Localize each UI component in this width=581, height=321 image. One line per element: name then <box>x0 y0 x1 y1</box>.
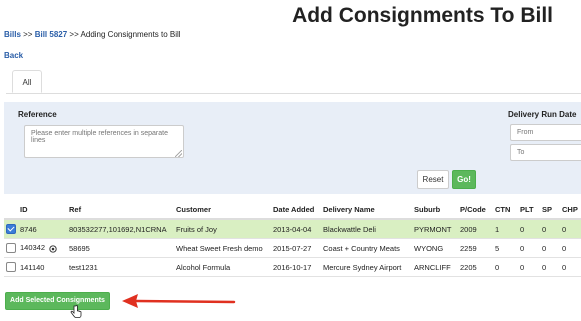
reference-label: Reference <box>18 110 57 119</box>
breadcrumb-separator: >> <box>67 30 81 39</box>
cell-plt: 0 <box>520 219 542 239</box>
row-checkbox[interactable] <box>6 262 16 272</box>
cell-customer: Alcohol Formula <box>176 257 273 277</box>
cell-ctn: 5 <box>495 238 520 258</box>
tab-all[interactable]: All <box>12 70 42 93</box>
delivery-run-date-label: Delivery Run Date <box>508 110 577 119</box>
cell-plt: 0 <box>520 257 542 277</box>
breadcrumb-bills-link[interactable]: Bills <box>4 30 21 39</box>
reset-button[interactable]: Reset <box>417 170 449 189</box>
date-from-input[interactable] <box>510 124 581 141</box>
cell-ref: test1231 <box>69 257 176 277</box>
reference-input[interactable] <box>24 125 184 158</box>
cell-customer: Fruits of Joy <box>176 219 273 239</box>
column-header-plt[interactable]: PLT <box>520 201 542 220</box>
column-header-select <box>4 201 20 220</box>
column-header-pcode[interactable]: P/Code <box>460 201 495 220</box>
column-header-delivery-name[interactable]: Delivery Name <box>323 201 414 220</box>
column-header-ctn[interactable]: CTN <box>495 201 520 220</box>
column-header-chp[interactable]: CHP <box>562 201 581 220</box>
breadcrumb: Bills >> Bill 5827 >> Adding Consignment… <box>4 30 181 39</box>
date-to-input[interactable] <box>510 144 581 161</box>
page-title: Add Consignments To Bill <box>292 4 553 27</box>
consignments-table: ID Ref Customer Date Added Delivery Name… <box>4 201 581 277</box>
red-arrow-icon <box>122 294 236 308</box>
cell-id-with-icon: 140342 <box>20 238 69 258</box>
column-header-date-added[interactable]: Date Added <box>273 201 323 220</box>
row-checkbox[interactable] <box>6 224 16 234</box>
cell-suburb: ARNCLIFF <box>414 257 460 277</box>
cell-suburb: PYRMONT <box>414 219 460 239</box>
cell-pcode: 2259 <box>460 238 495 258</box>
breadcrumb-current: Adding Consignments to Bill <box>80 30 181 39</box>
cell-chp: 0 <box>562 257 581 277</box>
cell-customer: Wheat Sweet Fresh demo <box>176 238 273 258</box>
table-row[interactable]: 8746 803532277,101692,N1CRNA Fruits of J… <box>4 219 581 239</box>
eye-icon[interactable] <box>49 244 57 253</box>
cell-date-added: 2015-07-27 <box>273 238 323 258</box>
breadcrumb-bill-link[interactable]: Bill 5827 <box>35 30 67 39</box>
table-row[interactable]: 141140 test1231 Alcohol Formula 2016-10-… <box>4 257 581 277</box>
hand-cursor-icon <box>70 305 82 318</box>
row-checkbox[interactable] <box>6 243 16 253</box>
cell-chp: 0 <box>562 238 581 258</box>
cell-plt: 0 <box>520 238 542 258</box>
column-header-suburb[interactable]: Suburb <box>414 201 460 220</box>
cell-sp: 0 <box>542 219 562 239</box>
cell-pcode: 2205 <box>460 257 495 277</box>
cell-id: 140342 <box>20 243 46 253</box>
table-row[interactable]: 140342 58695 Wheat Sweet Fresh demo 2015… <box>4 238 581 258</box>
add-selected-consignments-button[interactable]: Add Selected Consignments <box>5 292 110 310</box>
cell-delivery-name: Mercure Sydney Airport <box>323 257 414 277</box>
cell-date-added: 2013-04-04 <box>273 219 323 239</box>
cell-suburb: WYONG <box>414 238 460 258</box>
cell-sp: 0 <box>542 257 562 277</box>
tab-bar: All <box>6 70 581 94</box>
cell-delivery-name: Coast + Country Meats <box>323 238 414 258</box>
filter-panel: Reference Delivery Run Date Reset Go! <box>4 102 581 194</box>
cell-pcode: 2009 <box>460 219 495 239</box>
cell-id: 8746 <box>20 219 69 239</box>
back-link[interactable]: Back <box>4 51 23 60</box>
cell-ref: 58695 <box>69 238 176 258</box>
cell-chp: 0 <box>562 219 581 239</box>
cell-ctn: 1 <box>495 219 520 239</box>
cell-id: 141140 <box>20 257 69 277</box>
cell-sp: 0 <box>542 238 562 258</box>
textarea-resize-handle[interactable] <box>175 150 182 157</box>
cell-ctn: 0 <box>495 257 520 277</box>
go-button[interactable]: Go! <box>452 170 476 189</box>
cell-delivery-name: Blackwattle Deli <box>323 219 414 239</box>
cell-ref: 803532277,101692,N1CRNA <box>69 219 176 239</box>
table-header-row: ID Ref Customer Date Added Delivery Name… <box>4 201 581 220</box>
cell-date-added: 2016-10-17 <box>273 257 323 277</box>
column-header-customer[interactable]: Customer <box>176 201 273 220</box>
column-header-id[interactable]: ID <box>20 201 69 220</box>
column-header-ref[interactable]: Ref <box>69 201 176 220</box>
breadcrumb-separator: >> <box>20 30 35 39</box>
column-header-sp[interactable]: SP <box>542 201 562 220</box>
